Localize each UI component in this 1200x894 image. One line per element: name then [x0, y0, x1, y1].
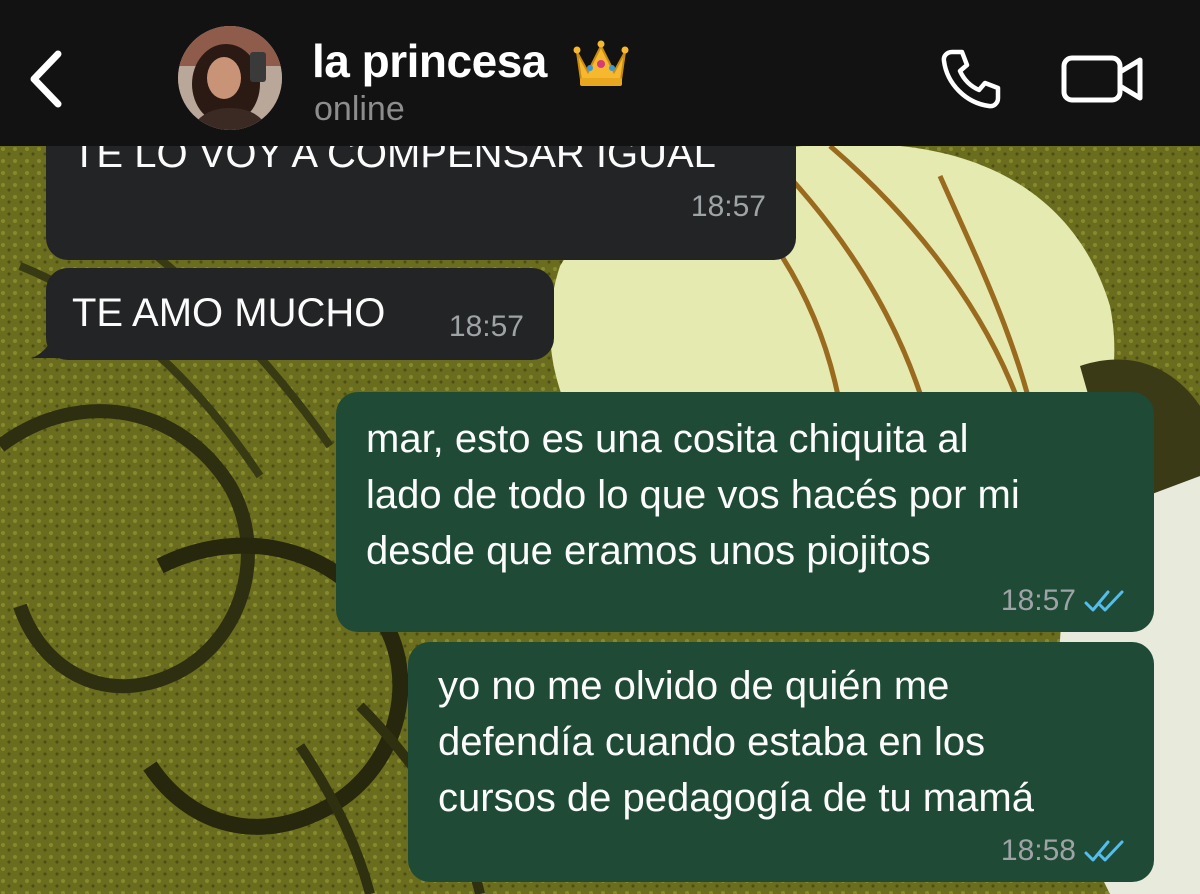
read-ticks-icon	[1084, 840, 1124, 862]
read-ticks-icon	[1084, 590, 1124, 612]
message-timestamp: 18:58	[1000, 834, 1076, 867]
contact-name[interactable]: la princesa	[312, 34, 547, 88]
crown-icon	[573, 40, 629, 86]
incoming-message[interactable]: TE LO VOY A COMPENSAR IGUAL 18:57	[46, 146, 796, 260]
message-timestamp: 18:57	[690, 190, 766, 223]
message-text: TE LO VOY A COMPENSAR IGUAL	[72, 146, 716, 176]
chevron-left-icon[interactable]	[22, 46, 72, 112]
outgoing-message[interactable]: mar, esto es una cosita chiquita al lado…	[336, 392, 1154, 632]
message-text: mar, esto es una cosita chiquita al lado…	[366, 417, 1020, 573]
contact-status: online	[314, 90, 405, 128]
outgoing-message[interactable]: yo no me olvido de quién me defendía cua…	[408, 642, 1154, 882]
avatar[interactable]	[178, 26, 282, 130]
message-list[interactable]: TE LO VOY A COMPENSAR IGUAL 18:57 TE AMO…	[0, 146, 1200, 894]
message-text: yo no me olvido de quién me defendía cua…	[438, 664, 1034, 820]
video-camera-icon[interactable]	[1060, 50, 1146, 108]
message-timestamp: 18:57	[1000, 584, 1076, 617]
message-text: TE AMO MUCHO	[72, 291, 386, 335]
message-timestamp: 18:57	[448, 310, 524, 343]
incoming-message[interactable]: TE AMO MUCHO 18:57	[46, 268, 554, 360]
chat-header: la princesa online	[0, 0, 1200, 146]
phone-icon[interactable]	[938, 46, 1004, 112]
